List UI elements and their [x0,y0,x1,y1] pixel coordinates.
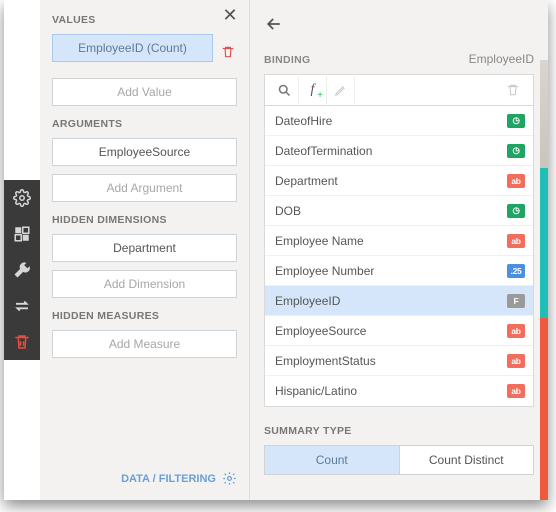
field-name: EmployeeID [275,294,340,308]
field-name: DateofHire [275,114,332,128]
add-dimension-button[interactable]: Add Dimension [52,270,237,298]
field-type-badge: ab [507,354,525,368]
summary-segment: CountCount Distinct [264,445,534,475]
side-tab-3[interactable] [540,318,548,500]
data-filtering-label: DATA / FILTERING [121,473,216,485]
field-row[interactable]: Employee Number .25 [265,256,533,286]
back-icon[interactable] [264,14,284,37]
value-pill[interactable]: EmployeeID (Count) [52,34,213,62]
add-argument-button[interactable]: Add Argument [52,174,237,202]
gear-icon [222,471,237,486]
section-title-values: VALUES [52,14,237,26]
field-type-badge: ab [507,384,525,398]
field-type-badge: ◷ [507,114,525,128]
side-tabs [540,60,548,500]
field-row[interactable]: Department ab [265,166,533,196]
argument-pill[interactable]: EmployeeSource [52,138,237,166]
field-type-badge: ◷ [507,144,525,158]
add-formula-icon[interactable]: f+ [299,76,327,104]
summary-option[interactable]: Count [265,446,399,474]
field-name: EmployeeSource [275,324,366,338]
field-name: Hispanic/Latino [275,384,357,398]
field-name: DOB [275,204,301,218]
section-title-hidden-meas: HIDDEN MEASURES [52,310,237,322]
field-row[interactable]: EmployeeSource ab [265,316,533,346]
hidden-dimension-pill[interactable]: Department [52,234,237,262]
wrench-icon[interactable] [4,252,40,288]
close-icon[interactable]: ✕ [219,4,241,26]
field-name: Employee Number [275,264,374,278]
layout-icon[interactable] [4,216,40,252]
trash-icon [499,76,527,104]
field-row[interactable]: DateofTermination ◷ [265,136,533,166]
data-filtering-link[interactable]: DATA / FILTERING [52,461,237,500]
gear-icon[interactable] [4,180,40,216]
swap-icon[interactable] [4,288,40,324]
field-type-badge: ◷ [507,204,525,218]
field-list: DateofHire ◷ DateofTermination ◷ Department a… [264,106,534,407]
binding-toolbar: f+ [264,74,534,106]
remove-value-icon[interactable] [219,45,237,59]
field-row[interactable]: DateofHire ◷ [265,106,533,136]
field-type-badge: ab [507,324,525,338]
field-row[interactable]: EmploymentStatus ab [265,346,533,376]
summary-title: SUMMARY TYPE [264,425,534,437]
field-name: DateofTermination [275,144,372,158]
add-value-button[interactable]: Add Value [52,78,237,106]
binding-current: EmployeeID [469,52,534,66]
app-frame: ✕ VALUES EmployeeID (Count) Add Value AR… [4,0,548,500]
field-name: EmploymentStatus [275,354,376,368]
summary-option[interactable]: Count Distinct [399,446,534,474]
binding-label: BINDING [264,54,310,66]
side-tab-2[interactable] [540,168,548,318]
edit-icon [327,76,355,104]
field-row[interactable]: DOB ◷ [265,196,533,226]
config-panel: ✕ VALUES EmployeeID (Count) Add Value AR… [40,0,250,500]
field-row[interactable]: Hispanic/Latino ab [265,376,533,406]
binding-panel: BINDING EmployeeID f+ DateofHire◷DateofT… [250,0,548,500]
section-title-hidden-dims: HIDDEN DIMENSIONS [52,214,237,226]
side-tab-1[interactable] [540,60,548,168]
search-icon[interactable] [271,76,299,104]
field-row[interactable]: EmployeeID F [265,286,533,316]
field-type-badge: .25 [507,264,525,278]
field-row[interactable]: Employee Name ab [265,226,533,256]
delete-icon[interactable] [4,324,40,360]
field-type-badge: F [507,294,525,308]
field-name: Department [275,174,338,188]
vertical-toolbar [4,180,40,360]
field-type-badge: ab [507,234,525,248]
section-title-arguments: ARGUMENTS [52,118,237,130]
field-name: Employee Name [275,234,364,248]
add-measure-button[interactable]: Add Measure [52,330,237,358]
field-type-badge: ab [507,174,525,188]
